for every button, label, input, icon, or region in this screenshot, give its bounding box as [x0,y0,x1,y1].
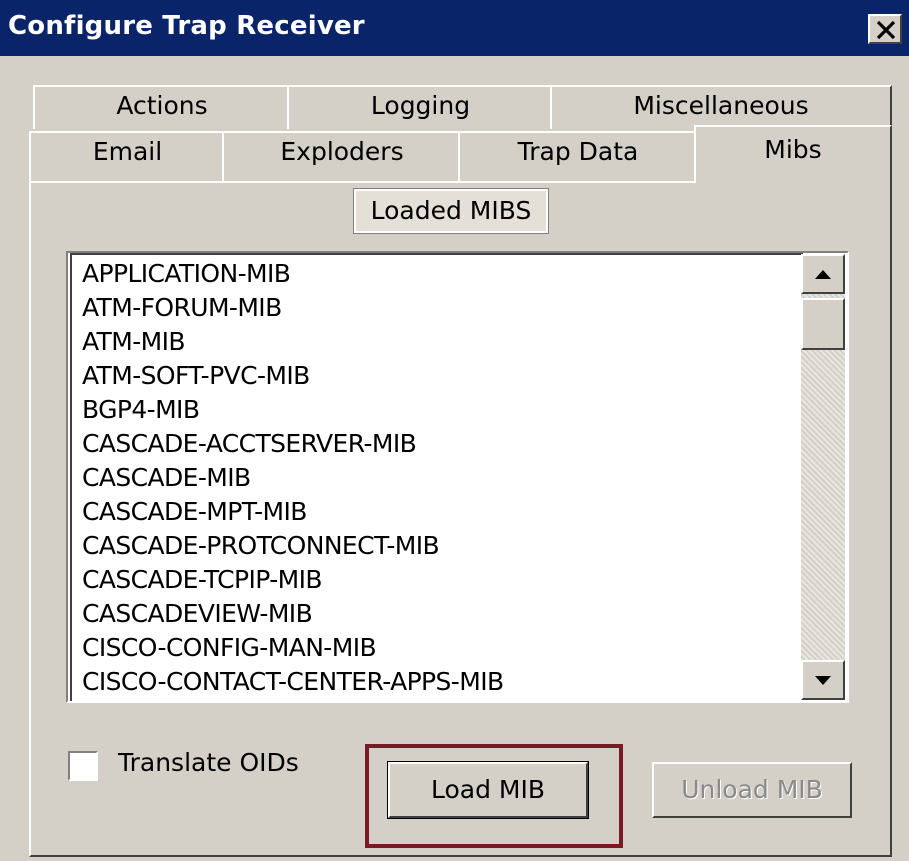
scroll-down-button[interactable] [801,660,845,700]
tab-mibs[interactable]: Mibs [694,125,892,183]
tab-exploders[interactable]: Exploders [222,131,462,181]
window-title: Configure Trap Receiver [8,11,365,41]
list-item[interactable]: CISCO-CONTACT-CENTER-APPS-MIB [82,667,504,696]
tab-actions[interactable]: Actions [33,85,291,129]
close-button[interactable] [868,14,902,44]
tab-label: Miscellaneous [633,91,809,120]
list-item[interactable]: CASCADE-PROTCONNECT-MIB [82,531,440,560]
mib-list[interactable]: APPLICATION-MIB ATM-FORUM-MIB ATM-MIB AT… [66,251,849,703]
mib-list-scrollbar[interactable] [801,254,845,700]
tab-label: Trap Data [517,137,639,166]
arrow-up-icon [815,270,831,279]
tab-label: Actions [116,91,208,120]
tab-logging[interactable]: Logging [287,85,554,129]
tab-label: Mibs [764,135,822,164]
tab-trap-data[interactable]: Trap Data [458,131,698,181]
list-item[interactable]: CISCO-CONFIG-MAN-MIB [82,633,377,662]
loaded-mibs-label: Loaded MIBS [353,188,549,234]
title-bar: Configure Trap Receiver [0,0,909,56]
unload-mib-label: Unload MIB [681,775,823,804]
list-item[interactable]: ATM-SOFT-PVC-MIB [82,361,310,390]
tab-label: Exploders [280,137,404,166]
list-item[interactable]: CASCADE-MIB [82,463,251,492]
mib-list-inner: APPLICATION-MIB ATM-FORUM-MIB ATM-MIB AT… [70,253,803,701]
list-item[interactable]: CASCADE-MPT-MIB [82,497,307,526]
close-icon [876,20,896,40]
list-item[interactable]: ATM-FORUM-MIB [82,293,282,322]
tab-email[interactable]: Email [29,131,226,181]
loaded-mibs-label-text: Loaded MIBS [370,196,532,225]
scroll-up-button[interactable] [801,254,845,294]
load-mib-label: Load MIB [430,775,545,804]
tab-label: Logging [370,91,471,120]
tab-miscellaneous[interactable]: Miscellaneous [550,85,892,129]
list-item[interactable]: CASCADEVIEW-MIB [82,599,313,628]
list-item[interactable]: BGP4-MIB [82,395,200,424]
scroll-thumb[interactable] [801,298,845,350]
tab-label: Email [92,137,163,166]
list-item[interactable]: ATM-MIB [82,327,186,356]
load-mib-button[interactable]: Load MIB [387,761,589,819]
translate-oids-checkbox[interactable] [68,751,98,781]
list-item[interactable]: CASCADE-ACCTSERVER-MIB [82,429,417,458]
list-item[interactable]: CASCADE-TCPIP-MIB [82,565,323,594]
arrow-down-icon [815,676,831,685]
translate-oids-label: Translate OIDs [118,748,299,777]
list-item[interactable]: APPLICATION-MIB [82,259,291,288]
unload-mib-button[interactable]: Unload MIB [652,762,852,818]
